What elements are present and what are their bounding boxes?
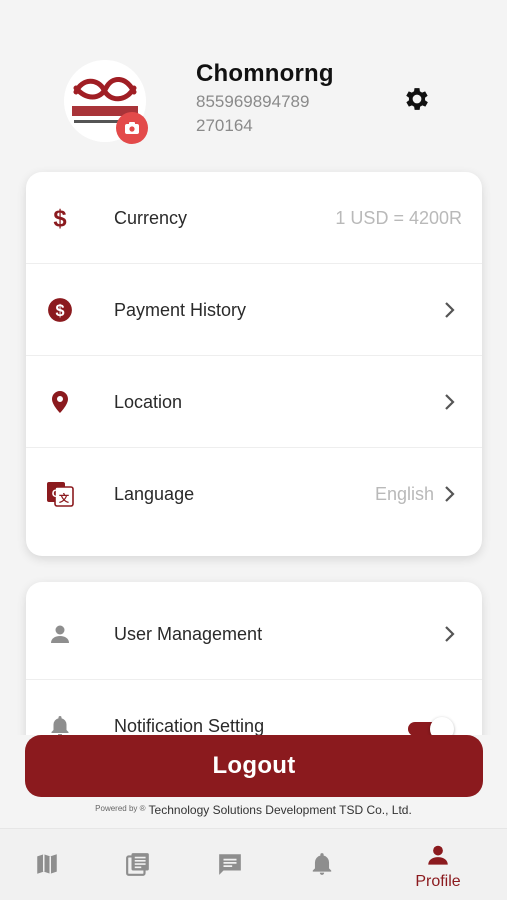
- menu-label: User Management: [114, 624, 263, 644]
- profile-phone: 855969894789: [196, 92, 310, 111]
- payment-history-icon: $: [46, 296, 74, 324]
- powered-by-prefix: Powered by ®: [95, 804, 146, 813]
- chevron-right-icon: [445, 302, 455, 318]
- settings-button[interactable]: [402, 84, 432, 114]
- menu-label: Currency: [114, 208, 188, 228]
- bell-icon: [312, 853, 332, 875]
- chevron-right-icon: [445, 486, 455, 502]
- menu-item-payment-history[interactable]: $ Payment History: [26, 264, 482, 356]
- change-photo-button[interactable]: [116, 112, 148, 144]
- menu-label: Location: [114, 392, 183, 412]
- person-icon: [428, 845, 448, 865]
- tab-label: Profile: [415, 873, 461, 890]
- svg-text:文: 文: [59, 492, 70, 505]
- camera-icon: [125, 122, 139, 134]
- gear-icon: [406, 88, 428, 110]
- menu-label: Notification Setting: [114, 716, 265, 736]
- news-icon: [126, 853, 149, 876]
- svg-text:$: $: [55, 302, 64, 320]
- profile-header: Chomnorng 855969894789 270164: [0, 0, 507, 165]
- bottom-tab-bar: Profile: [0, 828, 507, 900]
- dollar-icon: $: [46, 204, 74, 232]
- tab-notifications[interactable]: [277, 829, 367, 900]
- menu-label: Language: [114, 484, 195, 504]
- menu-item-user-management[interactable]: User Management: [26, 588, 482, 680]
- currency-rate-value: 1 USD = 4200R: [335, 208, 462, 228]
- menu-item-location[interactable]: Location: [26, 356, 482, 448]
- profile-name: Chomnorng: [196, 60, 334, 87]
- user-icon: [46, 620, 74, 648]
- menu-label: Payment History: [114, 300, 247, 320]
- menu-item-language[interactable]: G文 Language English: [26, 448, 482, 540]
- powered-by: Powered by ® Technology Solutions Develop…: [0, 803, 507, 817]
- map-icon: [37, 854, 57, 874]
- chat-icon: [219, 854, 241, 875]
- tab-map[interactable]: [2, 829, 92, 900]
- chevron-right-icon: [445, 626, 455, 642]
- chevron-right-icon: [445, 394, 455, 410]
- translate-icon: G文: [46, 480, 74, 508]
- tab-chat[interactable]: [185, 829, 275, 900]
- logout-button[interactable]: Logout: [25, 735, 483, 797]
- tab-profile[interactable]: Profile: [393, 829, 483, 900]
- settings-card-main: $ Currency 1 USD = 4200R $ Payment Histo…: [26, 172, 482, 556]
- location-pin-icon: [46, 388, 74, 416]
- svg-text:$: $: [53, 206, 66, 231]
- menu-item-currency[interactable]: $ Currency 1 USD = 4200R: [26, 172, 482, 264]
- tab-news[interactable]: [93, 829, 183, 900]
- company-name: Technology Solutions Development TSD Co.…: [148, 803, 412, 817]
- profile-id: 270164: [196, 116, 253, 135]
- language-value: English: [374, 484, 434, 504]
